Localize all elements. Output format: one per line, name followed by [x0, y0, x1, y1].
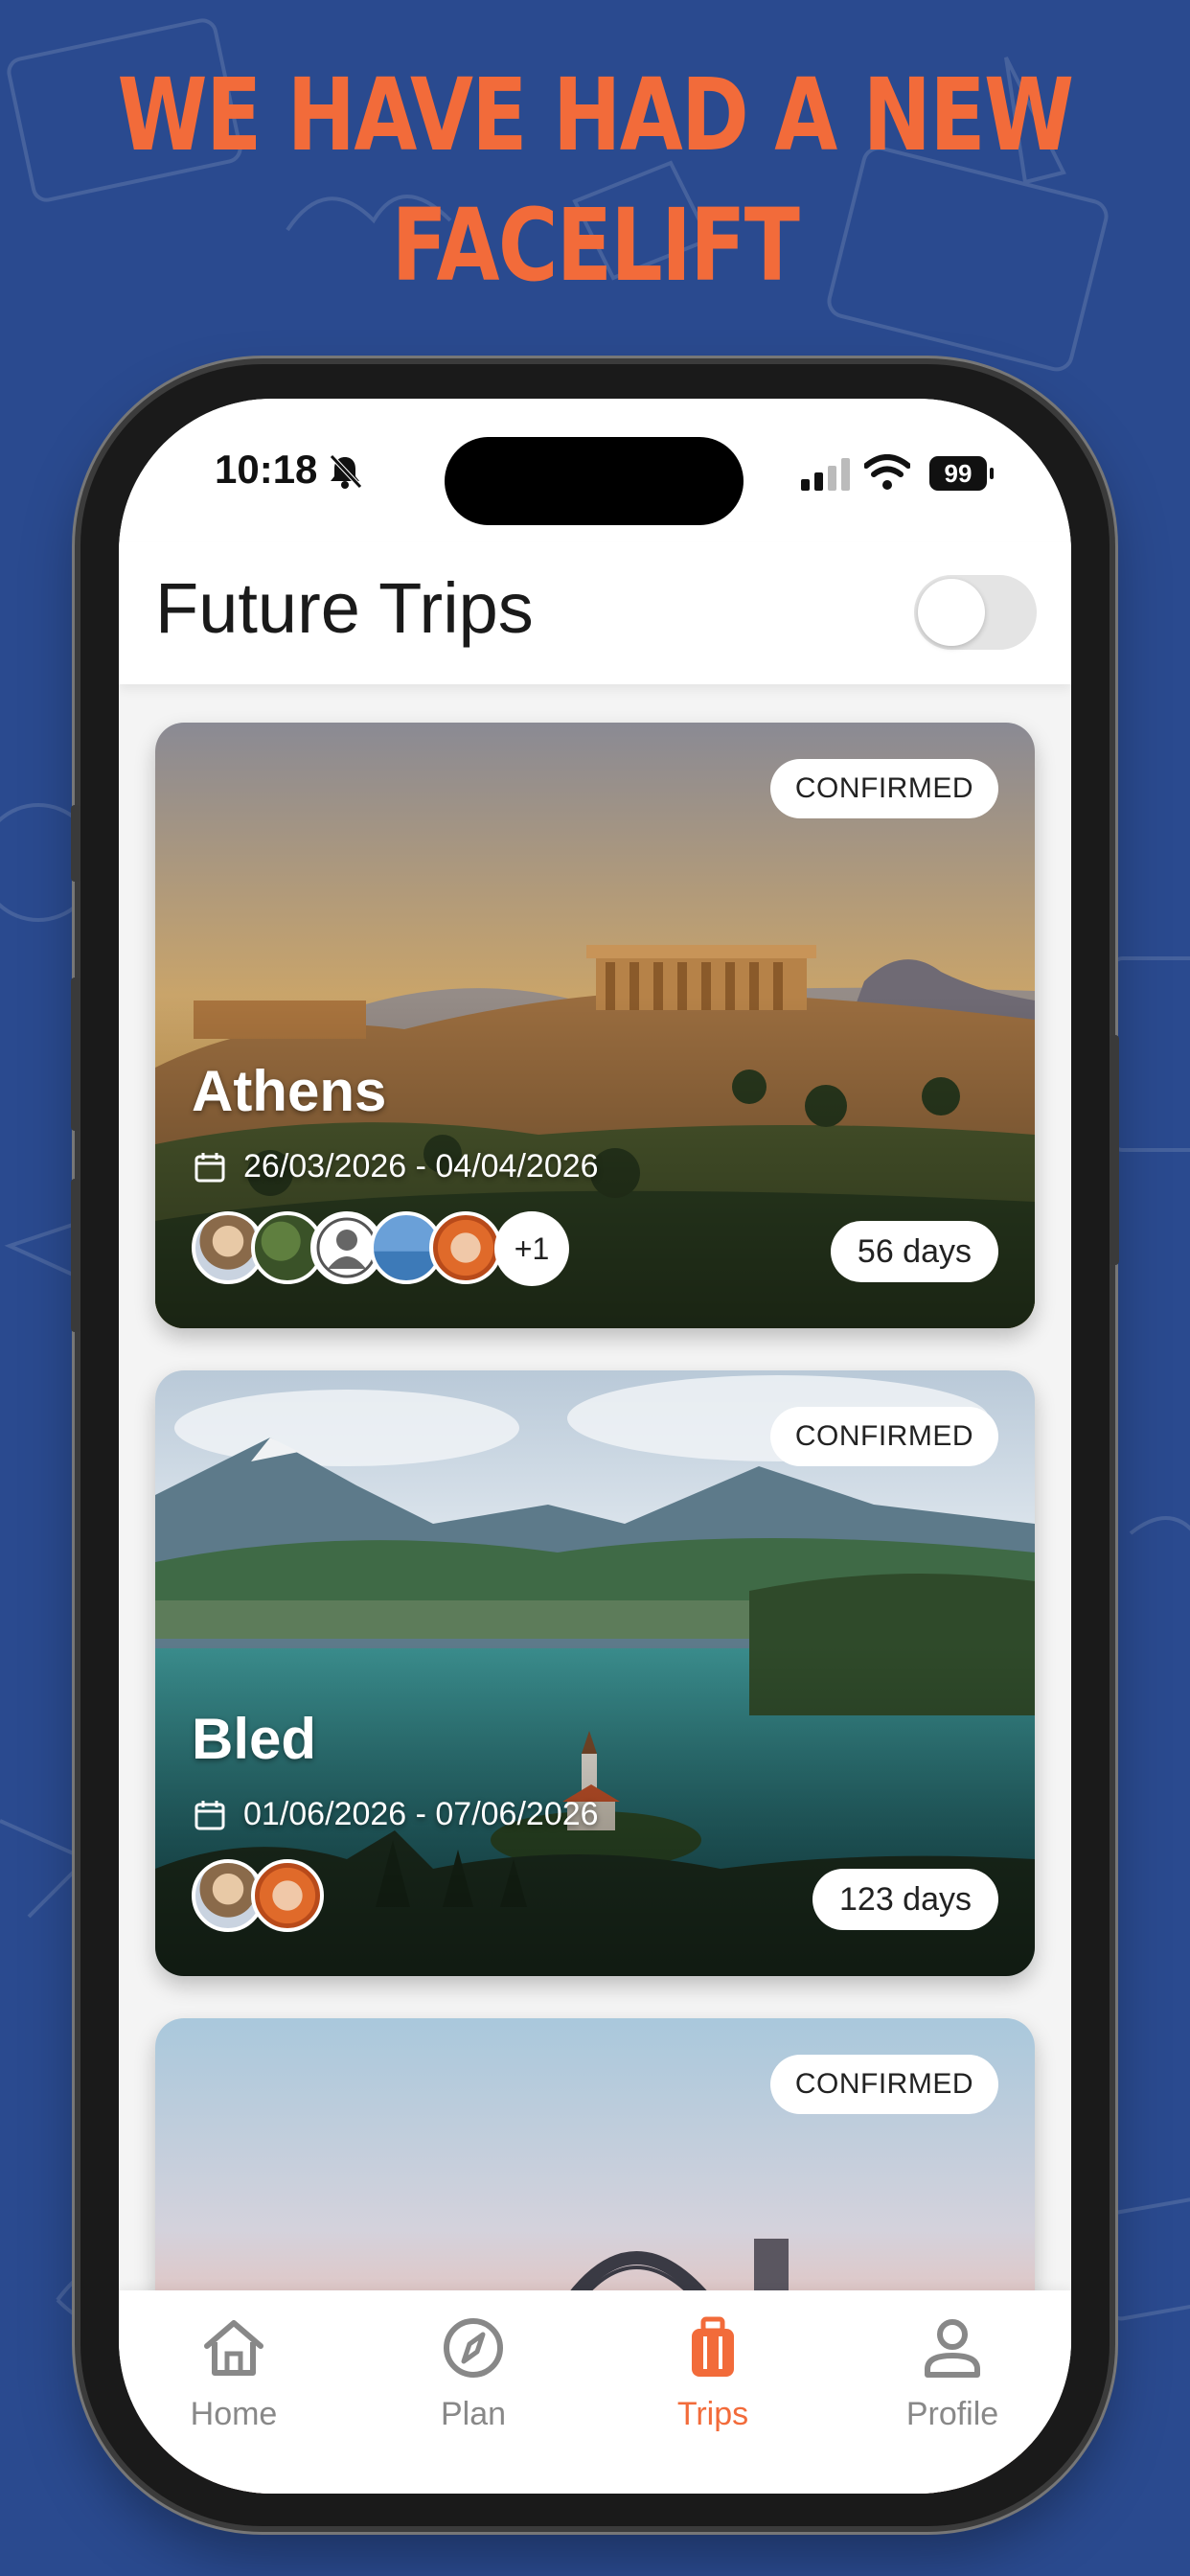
wifi-icon — [864, 454, 910, 490]
phone-volume-down-button — [71, 1179, 80, 1332]
phone-action-button — [71, 805, 80, 882]
tab-profile-label: Profile — [905, 2396, 999, 2432]
toggle-knob — [918, 579, 985, 646]
promo-headline: WE HAVE HAD A NEW FACELIFT — [107, 50, 1083, 310]
status-badge: CONFIRMED — [769, 2055, 998, 2114]
countdown-badge: 123 days — [812, 1869, 998, 1930]
participant-avatars[interactable] — [192, 1859, 324, 1932]
status-badge: CONFIRMED — [769, 1407, 998, 1466]
battery-icon: 99 — [929, 456, 994, 491]
countdown-badge: 56 days — [830, 1221, 998, 1282]
tab-profile[interactable]: Profile — [876, 2312, 1029, 2433]
dynamic-island — [445, 437, 744, 525]
home-icon — [204, 2320, 263, 2376]
extra-participants-count: +1 — [494, 1211, 569, 1286]
tab-plan[interactable]: Plan — [397, 2312, 550, 2433]
participant-avatars[interactable]: +1 — [192, 1211, 569, 1286]
phone-volume-up-button — [71, 978, 80, 1131]
status-bar: 10:18 99 — [119, 399, 1071, 542]
bell-slash-icon — [330, 454, 362, 489]
page-title: Future Trips — [155, 568, 534, 648]
signal-icon — [801, 458, 850, 491]
headline-line-1: WE HAVE HAD A NEW — [117, 57, 1075, 173]
trip-dates: 01/06/2026 - 07/06/2026 — [194, 1796, 599, 1833]
headline-line-2: FACELIFT — [391, 187, 800, 304]
trip-city: Athens — [192, 1059, 387, 1123]
avatar — [429, 1211, 502, 1284]
trip-city: Bled — [192, 1707, 317, 1771]
status-time: 10:18 — [215, 447, 318, 492]
compass-icon — [444, 2318, 503, 2378]
tab-trips[interactable]: Trips — [636, 2312, 790, 2433]
person-icon — [925, 2319, 980, 2378]
trip-dates: 26/03/2026 - 04/04/2026 — [194, 1148, 599, 1185]
calendar-icon — [195, 1152, 225, 1182]
suitcase-icon — [692, 2316, 734, 2377]
trip-dates-text: 26/03/2026 - 04/04/2026 — [243, 1148, 599, 1184]
avatar — [251, 1859, 324, 1932]
tab-home-label: Home — [190, 2396, 278, 2432]
tab-trips-label: Trips — [676, 2396, 749, 2432]
trip-card-athens[interactable]: CONFIRMED Athens 26/03/2026 - 04/04/2026 — [155, 723, 1035, 1328]
phone-power-button — [1110, 1035, 1119, 1265]
trip-card-bled[interactable]: CONFIRMED Bled 01/06/2026 - 07/06/2026 1… — [155, 1370, 1035, 1976]
app-header: Future Trips — [119, 542, 1071, 684]
phone-screen: 10:18 99 Future Trips CONFIRMED Athens 2… — [119, 399, 1071, 2494]
view-toggle[interactable] — [914, 575, 1037, 650]
tab-plan-label: Plan — [440, 2396, 507, 2432]
tab-home[interactable]: Home — [157, 2312, 310, 2433]
status-badge: CONFIRMED — [769, 759, 998, 818]
calendar-icon — [195, 1800, 225, 1829]
trip-dates-text: 01/06/2026 - 07/06/2026 — [243, 1796, 599, 1832]
bottom-tab-bar: Home Plan Trips Profile — [119, 2290, 1071, 2494]
